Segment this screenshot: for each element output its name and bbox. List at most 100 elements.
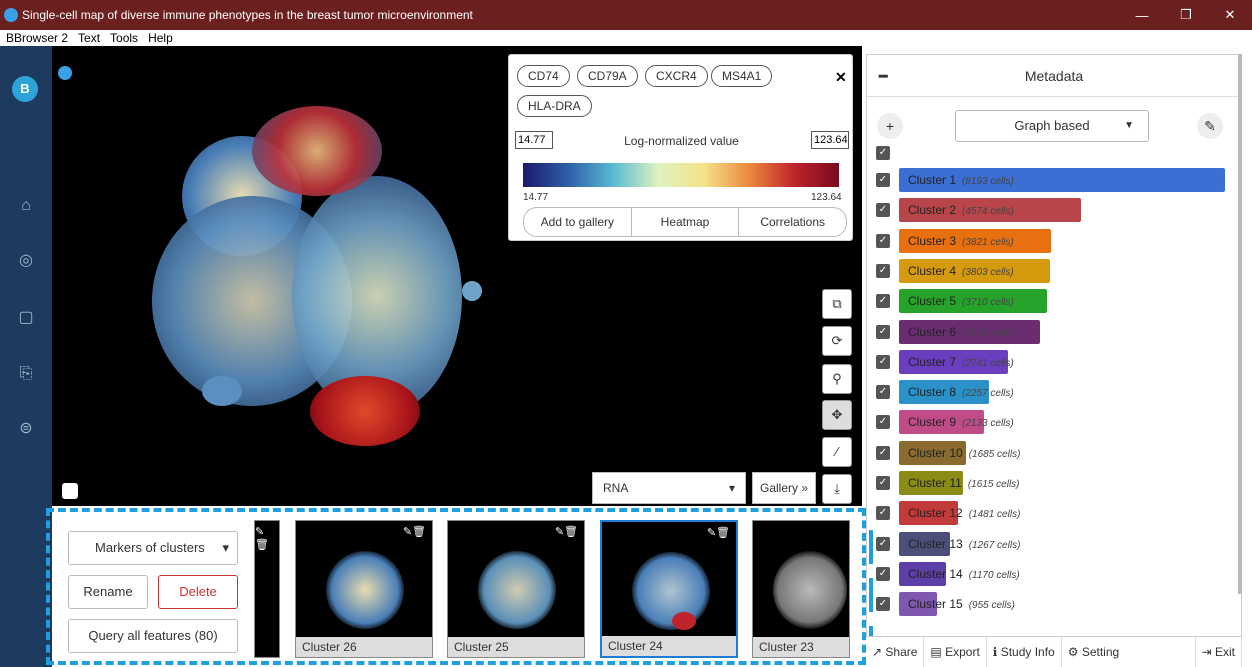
cluster-name: Cluster 14 [908, 567, 963, 581]
cluster-label: Cluster 2 (4574 cells) [908, 203, 1014, 217]
cluster-name: Cluster 8 [908, 385, 957, 399]
cluster-checkbox[interactable]: ✓ [876, 537, 890, 551]
cluster-label: Cluster 3 (3821 cells) [908, 234, 1014, 248]
cluster-name: Cluster 1 [908, 173, 957, 187]
graph-based-value: Graph based [1014, 118, 1090, 133]
settings-icon[interactable]: ⊜ [16, 419, 36, 439]
export-icon: ▤ [930, 645, 946, 659]
gallery-highlight-frame [46, 508, 866, 665]
lasso-tool-icon[interactable] [62, 483, 78, 499]
minimize-button[interactable]: — [1120, 8, 1164, 23]
info-icon: ℹ [992, 645, 1001, 659]
metadata-scrollbar[interactable] [1238, 54, 1242, 594]
download-icon[interactable]: ⤓ [822, 474, 852, 504]
menu-help[interactable]: Help [146, 31, 175, 45]
study-info-button[interactable]: ℹ Study Info [987, 637, 1062, 667]
menu-tools[interactable]: Tools [108, 31, 140, 45]
chevron-down-icon: ▼ [1124, 120, 1134, 131]
cluster-cell-count: (1267 cells) [968, 540, 1021, 551]
cluster-name: Cluster 12 [908, 506, 963, 520]
data-type-select[interactable]: RNA ▾ [592, 472, 746, 504]
cluster-cell-count: (3710 cells) [962, 297, 1014, 308]
feature-tag[interactable]: CXCR4 [645, 65, 708, 87]
cluster-checkbox[interactable]: ✓ [876, 476, 890, 490]
feature-tag[interactable]: HLA-DRA [517, 95, 592, 117]
cluster-label: Cluster 14 (1170 cells) [908, 567, 1020, 581]
study-info-label: Study Info [1000, 645, 1055, 659]
cluster-label: Cluster 6 (3532 cells) [908, 325, 1014, 339]
feature-tag[interactable]: CD74 [517, 65, 570, 87]
file-upload-icon[interactable]: ⎘ [16, 364, 36, 384]
folder-icon[interactable]: ▢ [16, 308, 36, 328]
copy-icon[interactable]: ⧉ [822, 289, 852, 319]
legend-label: Log-normalized value [624, 134, 739, 148]
menu-text[interactable]: Text [76, 31, 102, 45]
data-type-value: RNA [603, 481, 629, 495]
exit-button[interactable]: ⇥ Exit [1196, 637, 1242, 667]
magic-wand-icon[interactable]: ⁄ [822, 437, 852, 467]
clear-features-icon[interactable]: ✕ [835, 69, 847, 86]
cluster-name: Cluster 4 [908, 264, 957, 278]
select-all-checkbox[interactable]: ✓ [876, 146, 890, 160]
cluster-checkbox[interactable]: ✓ [876, 415, 890, 429]
feature-tag[interactable]: MS4A1 [711, 65, 773, 87]
cluster-checkbox[interactable]: ✓ [876, 325, 890, 339]
cluster-checkbox[interactable]: ✓ [876, 173, 890, 187]
share-button[interactable]: ↗ Share [866, 637, 925, 667]
cluster-label: Cluster 13 (1267 cells) [908, 537, 1020, 551]
feature-tag[interactable]: CD79A [577, 65, 638, 87]
highlight-dash [869, 578, 873, 612]
edit-icon[interactable]: ✎ [1197, 113, 1223, 139]
gallery-button[interactable]: Gallery » [752, 472, 816, 504]
correlations-button[interactable]: Correlations [739, 208, 846, 236]
cluster-label: Cluster 15 (955 cells) [908, 597, 1015, 611]
cluster-checkbox[interactable]: ✓ [876, 567, 890, 581]
home-icon[interactable]: ⌂ [16, 196, 36, 216]
cluster-checkbox[interactable]: ✓ [876, 385, 890, 399]
cluster-label: Cluster 10 (1685 cells) [908, 446, 1020, 460]
cluster-name: Cluster 11 [908, 476, 962, 490]
move-icon[interactable]: ✥ [822, 400, 852, 430]
export-button[interactable]: ▤ Export [924, 637, 987, 667]
color-gradient-bar [523, 163, 839, 187]
footer-toolbar: ↗ Share ▤ Export ℹ Study Info ⚙ Setting … [866, 636, 1242, 667]
cluster-checkbox[interactable]: ✓ [876, 203, 890, 217]
cluster-checkbox[interactable]: ✓ [876, 264, 890, 278]
cluster-label: Cluster 7 (2741 cells) [908, 355, 1014, 369]
refresh-icon[interactable]: ⟳ [822, 326, 852, 356]
cluster-label: Cluster 11 (1615 cells) [908, 476, 1020, 490]
add-icon[interactable]: + [877, 113, 903, 139]
cluster-cell-count: (955 cells) [968, 600, 1015, 611]
exit-label: Exit [1214, 645, 1235, 659]
heatmap-button[interactable]: Heatmap [632, 208, 740, 236]
cluster-label: Cluster 8 (2257 cells) [908, 385, 1014, 399]
cluster-cell-count: (2133 cells) [962, 418, 1014, 429]
collapse-icon[interactable]: ━ [879, 55, 887, 97]
bbrowser-logo[interactable]: B [12, 76, 38, 102]
graph-based-select[interactable]: Graph based ▼ [955, 110, 1149, 142]
cluster-checkbox[interactable]: ✓ [876, 597, 890, 611]
app-icon [4, 8, 18, 22]
lifebuoy-icon[interactable]: ◎ [16, 251, 36, 271]
setting-button[interactable]: ⚙ Setting [1062, 637, 1196, 667]
cluster-checkbox[interactable]: ✓ [876, 506, 890, 520]
zoom-icon[interactable]: ⚲ [822, 364, 852, 394]
add-to-gallery-button[interactable]: Add to gallery [524, 208, 632, 236]
legend-action-buttons: Add to gallery Heatmap Correlations [523, 207, 847, 237]
cluster-checkbox[interactable]: ✓ [876, 446, 890, 460]
cluster-label: Cluster 4 (3803 cells) [908, 264, 1014, 278]
menu-bbrowser[interactable]: BBrowser 2 [4, 31, 70, 45]
cluster-name: Cluster 13 [908, 537, 963, 551]
cluster-checkbox[interactable]: ✓ [876, 355, 890, 369]
cluster-checkbox[interactable]: ✓ [876, 234, 890, 248]
cell-cluster-blob [202, 376, 242, 406]
restore-button[interactable]: ❐ [1164, 7, 1208, 23]
exit-icon: ⇥ [1201, 645, 1215, 659]
close-window-button[interactable]: ✕ [1208, 7, 1252, 23]
highlight-dash [869, 530, 873, 564]
cluster-name: Cluster 15 [908, 597, 963, 611]
chevron-down-icon: ▾ [728, 481, 735, 495]
cluster-cell-count: (8193 cells) [962, 176, 1014, 187]
cluster-checkbox[interactable]: ✓ [876, 294, 890, 308]
share-icon: ↗ [872, 645, 886, 659]
